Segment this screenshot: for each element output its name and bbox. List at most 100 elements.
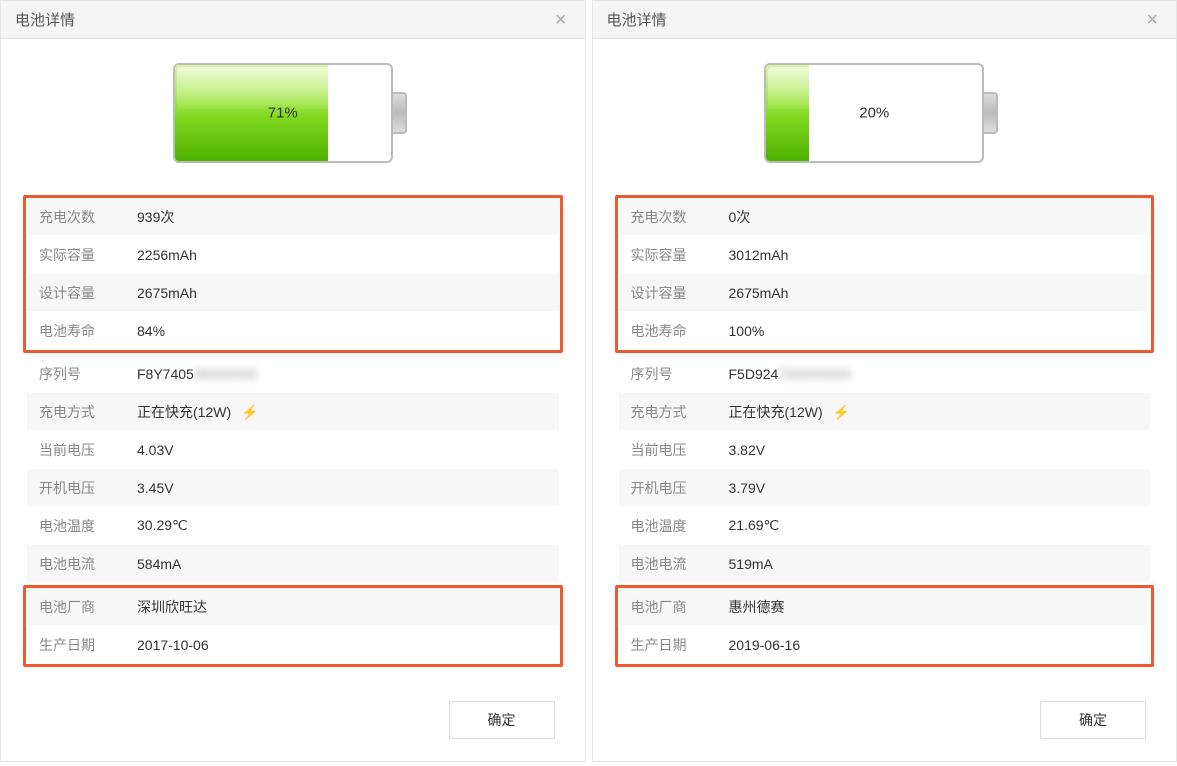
panel-footer: 确定 — [593, 679, 1177, 761]
data-block: 充电次数 0次 实际容量 3012mAh 设计容量 2675mAh 电池寿命 1… — [593, 193, 1177, 679]
row-charge-mode: 充电方式 正在快充(12W) ⚡ — [27, 393, 559, 431]
label: 电池厂商 — [27, 597, 137, 617]
battery-panel-left: 电池详情 × 71% 充电次数 939次 实际容量 — [0, 0, 586, 762]
row-battery-life: 电池寿命 84% — [27, 312, 559, 350]
label: 电池温度 — [619, 516, 729, 536]
value: 100% — [729, 323, 1151, 339]
lightning-icon: ⚡ — [833, 404, 850, 421]
label: 开机电压 — [27, 478, 137, 498]
label: 设计容量 — [27, 283, 137, 303]
row-boot-voltage: 开机电压 3.45V — [27, 469, 559, 507]
value: 21.69℃ — [729, 517, 1151, 534]
row-serial: 序列号 F8Y74050XXXXXX — [27, 355, 559, 393]
serial-blurred: 0XXXXXX — [194, 366, 258, 382]
label: 设计容量 — [619, 283, 729, 303]
battery-tip — [393, 92, 407, 134]
label: 实际容量 — [27, 245, 137, 265]
value: 2019-06-16 — [729, 637, 1151, 653]
lightning-icon: ⚡ — [241, 404, 258, 421]
value: 3.45V — [137, 480, 559, 496]
row-production-date: 生产日期 2017-10-06 — [27, 626, 559, 664]
label: 电池电流 — [619, 554, 729, 574]
label: 序列号 — [619, 364, 729, 384]
battery-graphic: 71% — [173, 63, 413, 163]
row-actual-capacity: 实际容量 2256mAh — [27, 236, 559, 274]
ok-button[interactable]: 确定 — [449, 701, 555, 739]
row-production-date: 生产日期 2019-06-16 — [619, 626, 1151, 664]
highlight-top: 充电次数 939次 实际容量 2256mAh 设计容量 2675mAh 电池寿命… — [23, 195, 563, 353]
row-charge-count: 充电次数 939次 — [27, 198, 559, 236]
label: 实际容量 — [619, 245, 729, 265]
value: 0次 — [729, 207, 1151, 227]
data-block: 充电次数 939次 实际容量 2256mAh 设计容量 2675mAh 电池寿命… — [1, 193, 585, 679]
row-current-voltage: 当前电压 3.82V — [619, 431, 1151, 469]
battery-graphic-area: 20% — [593, 39, 1177, 193]
highlight-bottom: 电池厂商 深圳欣旺达 生产日期 2017-10-06 — [23, 585, 563, 667]
label: 电池温度 — [27, 516, 137, 536]
label: 当前电压 — [619, 440, 729, 460]
row-charge-count: 充电次数 0次 — [619, 198, 1151, 236]
row-current: 电池电流 519mA — [619, 545, 1151, 583]
value: 3.82V — [729, 442, 1151, 458]
value: 84% — [137, 323, 559, 339]
label: 生产日期 — [619, 635, 729, 655]
value: 2675mAh — [729, 285, 1151, 301]
row-actual-capacity: 实际容量 3012mAh — [619, 236, 1151, 274]
value: 3012mAh — [729, 247, 1151, 263]
label: 序列号 — [27, 364, 137, 384]
highlight-bottom: 电池厂商 惠州德赛 生产日期 2019-06-16 — [615, 585, 1155, 667]
row-temperature: 电池温度 21.69℃ — [619, 507, 1151, 545]
charge-mode-text: 正在快充(12W) — [137, 404, 231, 420]
close-icon[interactable]: × — [551, 10, 571, 30]
row-design-capacity: 设计容量 2675mAh — [619, 274, 1151, 312]
label: 充电方式 — [27, 402, 137, 422]
label: 电池电流 — [27, 554, 137, 574]
row-serial: 序列号 F5D9247XXXXXXX — [619, 355, 1151, 393]
label: 电池寿命 — [27, 321, 137, 341]
label: 电池厂商 — [619, 597, 729, 617]
label: 当前电压 — [27, 440, 137, 460]
battery-panel-right: 电池详情 × 20% 充电次数 0次 实际容量 30 — [592, 0, 1177, 762]
row-manufacturer: 电池厂商 深圳欣旺达 — [27, 588, 559, 626]
battery-fill — [175, 65, 328, 161]
value: 30.29℃ — [137, 517, 559, 534]
panel-header: 电池详情 × — [1, 1, 585, 39]
row-battery-life: 电池寿命 100% — [619, 312, 1151, 350]
row-charge-mode: 充电方式 正在快充(12W) ⚡ — [619, 393, 1151, 431]
battery-graphic-area: 71% — [1, 39, 585, 193]
battery-tip — [984, 92, 998, 134]
row-current-voltage: 当前电压 4.03V — [27, 431, 559, 469]
value: F5D9247XXXXXXX — [729, 366, 1151, 382]
serial-prefix: F5D924 — [729, 366, 779, 382]
value: 正在快充(12W) ⚡ — [137, 402, 559, 422]
battery-body — [173, 63, 393, 163]
value: 939次 — [137, 207, 559, 227]
panel-title: 电池详情 — [15, 9, 75, 30]
panel-header: 电池详情 × — [593, 1, 1177, 39]
ok-button[interactable]: 确定 — [1040, 701, 1146, 739]
value: 519mA — [729, 556, 1151, 572]
label: 生产日期 — [27, 635, 137, 655]
label: 充电次数 — [619, 207, 729, 227]
label: 充电方式 — [619, 402, 729, 422]
serial-blurred: 7XXXXXXX — [778, 366, 851, 382]
value: 正在快充(12W) ⚡ — [729, 402, 1151, 422]
row-design-capacity: 设计容量 2675mAh — [27, 274, 559, 312]
value: 2256mAh — [137, 247, 559, 263]
serial-prefix: F8Y7405 — [137, 366, 194, 382]
battery-body — [764, 63, 984, 163]
value: 584mA — [137, 556, 559, 572]
row-boot-voltage: 开机电压 3.79V — [619, 469, 1151, 507]
close-icon[interactable]: × — [1142, 10, 1162, 30]
label: 电池寿命 — [619, 321, 729, 341]
highlight-top: 充电次数 0次 实际容量 3012mAh 设计容量 2675mAh 电池寿命 1… — [615, 195, 1155, 353]
panel-footer: 确定 — [1, 679, 585, 761]
value: 3.79V — [729, 480, 1151, 496]
app-root: 电池详情 × 71% 充电次数 939次 实际容量 — [0, 0, 1177, 762]
value: 惠州德赛 — [729, 597, 1151, 617]
value: 2675mAh — [137, 285, 559, 301]
charge-mode-text: 正在快充(12W) — [729, 404, 823, 420]
row-manufacturer: 电池厂商 惠州德赛 — [619, 588, 1151, 626]
row-current: 电池电流 584mA — [27, 545, 559, 583]
value: 深圳欣旺达 — [137, 597, 559, 617]
